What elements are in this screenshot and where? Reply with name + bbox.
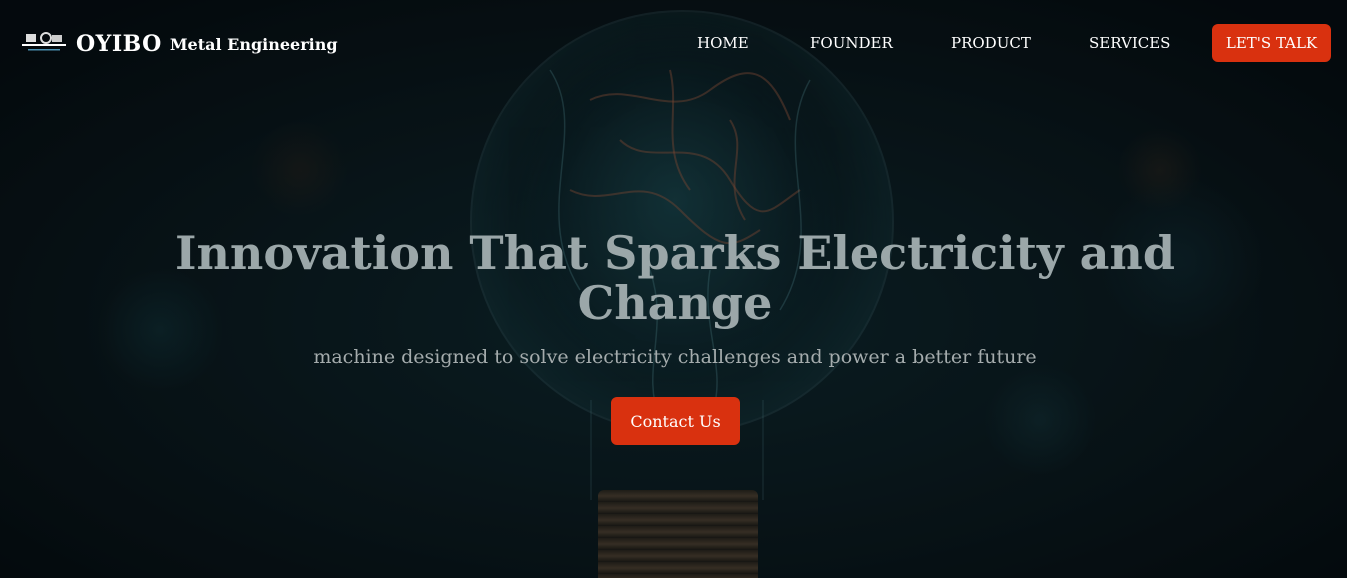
navbar: OYIBO Metal Engineering HOME FOUNDER PRO… [0,0,1347,88]
logo-area[interactable]: OYIBO Metal Engineering [20,30,338,58]
nav-home-link[interactable]: HOME [697,34,749,52]
hero-section: OYIBO Metal Engineering HOME FOUNDER PRO… [0,0,1347,578]
lets-talk-button[interactable]: LET'S TALK [1212,24,1331,62]
brand-name: OYIBO [76,31,162,57]
hero-subtitle: machine designed to solve electricity ch… [313,346,1037,368]
brand-subtitle: Metal Engineering [169,34,338,54]
nav-founder-link[interactable]: FOUNDER [810,34,893,52]
company-logo-icon [22,32,66,51]
hero-title: Innovation That Sparks Electricity and C… [174,226,1176,330]
nav-product-link[interactable]: PRODUCT [951,34,1031,52]
contact-us-button[interactable]: Contact Us [611,397,740,445]
nav-services-link[interactable]: SERVICES [1089,34,1170,52]
